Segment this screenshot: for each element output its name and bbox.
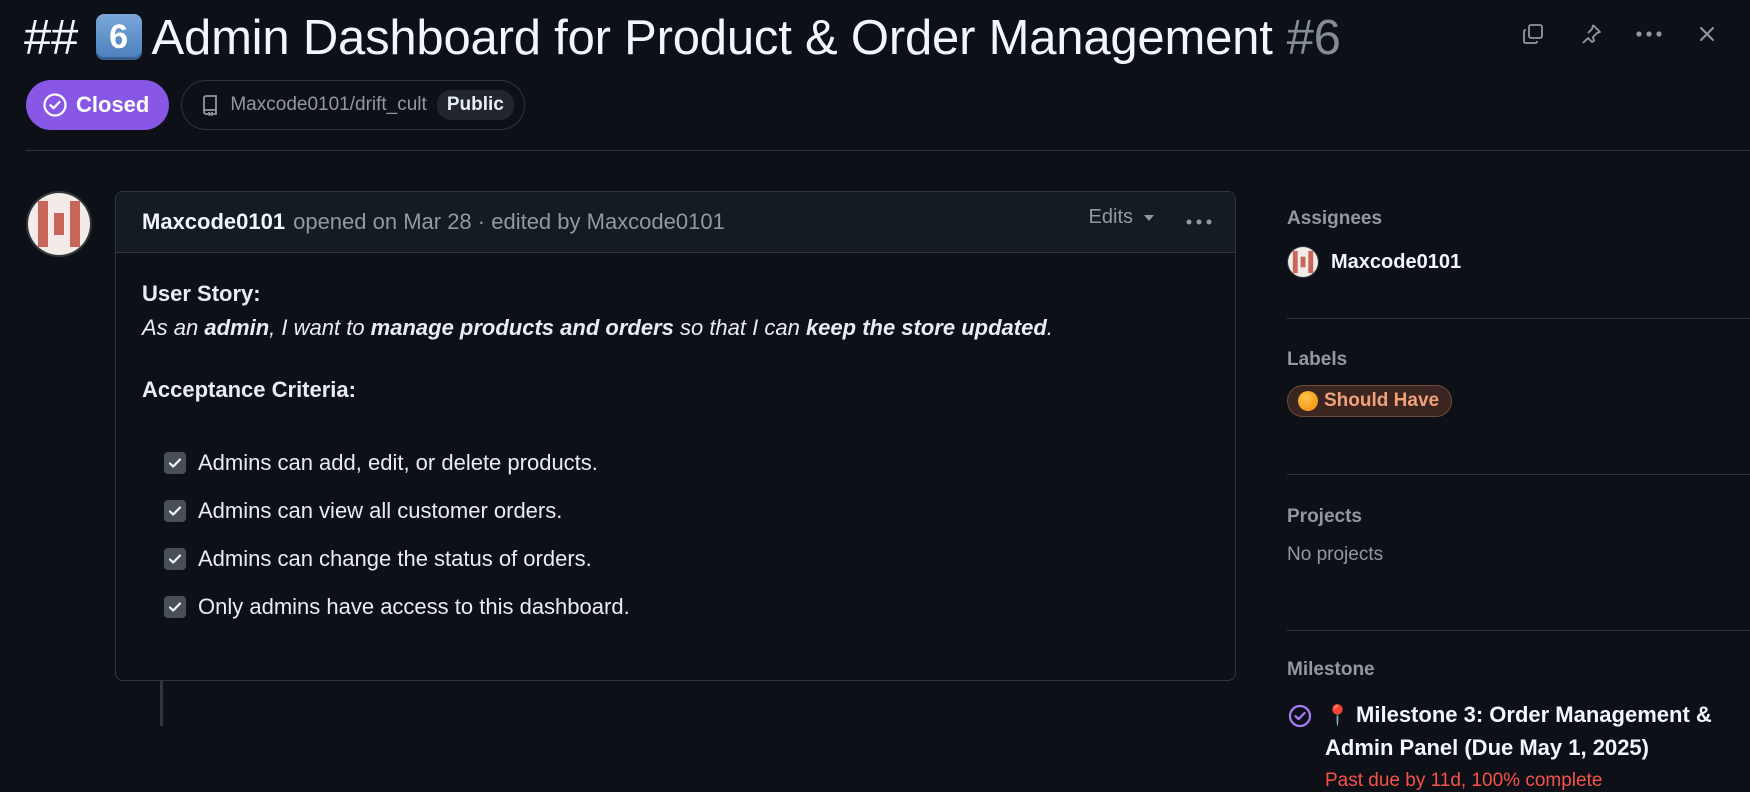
milestone-closed-icon [1288,704,1312,728]
labels-list: Should Have [1287,385,1750,417]
milestone-name[interactable]: 📍 Milestone 3: Order Management & Admin … [1325,699,1750,764]
avatar[interactable] [26,191,92,257]
repo-icon [203,95,218,116]
comment-author[interactable]: Maxcode0101 [142,209,285,235]
keycap-number-icon: 6 [95,14,142,60]
label-chip[interactable]: Should Have [1287,385,1453,417]
pushpin-icon: 📍 [1325,705,1350,727]
story-emphasis: manage products and orders [370,315,674,340]
issue-title-row: ## 6 Admin Dashboard for Product & Order … [24,6,1490,70]
issue-comment: Maxcode0101 opened on Mar 28 · edited by… [115,191,1236,681]
milestone-name-text: Milestone 3: Order Management & Admin Pa… [1325,702,1712,760]
issue-title: ## 6 Admin Dashboard for Product & Order … [24,10,1341,66]
milestone-title[interactable]: Milestone [1287,659,1750,681]
closed-status-badge: Closed [26,80,170,130]
issue-number: #6 [1286,11,1341,65]
title-prefix: ## [24,11,79,65]
story-part: so that I can [673,315,806,340]
close-icon[interactable] [1678,12,1736,56]
user-story-heading: User Story: [142,281,261,306]
orange-circle-icon [1298,391,1318,411]
checkbox-checked[interactable] [164,548,186,570]
comment-header: Maxcode0101 opened on Mar 28 · edited by… [116,192,1235,253]
chevron-down-icon [1144,214,1154,221]
acceptance-criteria-heading: Acceptance Criteria: [142,377,356,402]
assignee-item[interactable]: Maxcode0101 [1287,246,1750,278]
more-icon[interactable] [1620,12,1678,56]
label-text: Should Have [1324,390,1440,411]
labels-title[interactable]: Labels [1287,349,1750,371]
checklist-item: Only admins have access to this dashboar… [164,583,1209,631]
assignees-section: Assignees Maxcode0101 [1287,208,1750,319]
user-story-text: As an admin, I want to manage products a… [142,315,1209,341]
header-actions [1504,12,1736,56]
checklist-item: Admins can change the status of orders. [164,535,1209,583]
story-part: As an [142,315,205,340]
milestone-status: Past due by 11d, 100% complete [1325,770,1603,791]
checklist-item: Admins can add, edit, or delete products… [164,439,1209,487]
story-emphasis: admin [204,315,270,340]
story-part: , I want to [269,315,371,340]
copy-icon[interactable] [1504,12,1562,56]
pin-icon[interactable] [1562,12,1620,56]
projects-title[interactable]: Projects [1287,506,1750,528]
repo-pill[interactable]: Maxcode0101/drift_cult Public [181,80,525,130]
repo-name[interactable]: Maxcode0101/drift_cult [230,94,426,116]
checklist-item-text: Admins can change the status of orders. [198,546,592,571]
milestone-item[interactable]: 📍 Milestone 3: Order Management & Admin … [1287,699,1750,792]
edits-label: Edits [1088,206,1133,228]
state-label: Closed [76,92,150,117]
comment-more-icon[interactable] [1179,202,1219,242]
issue-title-text: Admin Dashboard for Product & Order Mana… [151,11,1273,65]
checklist-item-text: Admins can view all customer orders. [198,498,563,523]
projects-section: Projects No projects [1287,506,1750,631]
checklist-item-text: Only admins have access to this dashboar… [198,594,630,619]
checklist-item: Admins can view all customer orders. [164,487,1209,535]
checkbox-checked[interactable] [164,500,186,522]
acceptance-checklist: Admins can add, edit, or delete products… [142,439,1209,631]
labels-section: Labels Should Have [1287,349,1750,475]
header-divider [26,150,1750,151]
issue-state-row: Closed Maxcode0101/drift_cult Public [26,80,525,130]
timeline-connector [160,681,163,726]
story-part: . [1046,315,1053,340]
comment-meta: opened on Mar 28 · edited by Maxcode0101 [293,209,725,234]
issue-sidebar: Assignees Maxcode0101 Labels Should Have… [1287,191,1750,792]
edits-dropdown[interactable]: Edits [1089,206,1155,229]
comment-body: User Story: As an admin, I want to manag… [116,253,1235,659]
checkbox-checked[interactable] [164,596,186,618]
assignee-name[interactable]: Maxcode0101 [1331,251,1461,274]
assignee-avatar [1287,246,1319,278]
check-circle-icon [43,93,67,117]
checklist-item-text: Admins can add, edit, or delete products… [198,450,598,475]
visibility-tag: Public [436,90,514,120]
story-emphasis: keep the store updated [805,315,1047,340]
projects-value: No projects [1287,544,1384,565]
assignees-title[interactable]: Assignees [1287,208,1750,230]
checkbox-checked[interactable] [164,452,186,474]
